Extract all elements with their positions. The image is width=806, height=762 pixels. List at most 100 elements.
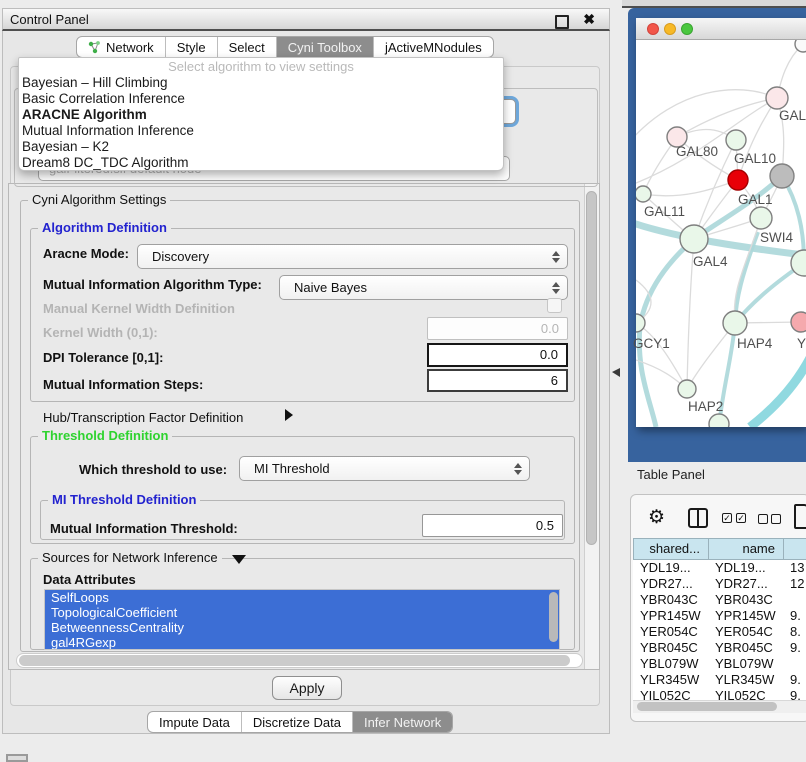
network-node[interactable] bbox=[791, 312, 806, 332]
dropdown-item[interactable]: Dream8 DC_TDC Algorithm bbox=[19, 155, 503, 171]
deselect-all-checkbox-icon[interactable] bbox=[758, 514, 768, 524]
attribute-item[interactable]: SelfLoops bbox=[45, 590, 559, 605]
network-node[interactable] bbox=[770, 164, 794, 188]
column-header[interactable]: name bbox=[708, 538, 783, 560]
close-traffic-light[interactable] bbox=[647, 23, 659, 35]
dropdown-item-aracne[interactable]: ARACNE Algorithm bbox=[19, 107, 503, 123]
dpi-tolerance-field[interactable]: 0.0 bbox=[427, 343, 568, 367]
node-label: HAP4 bbox=[737, 336, 772, 351]
node-label: GCY1 bbox=[633, 336, 670, 351]
group-title: MI Threshold Definition bbox=[48, 493, 200, 507]
node-label: Y bbox=[797, 336, 806, 351]
tab-network[interactable]: Network bbox=[77, 37, 166, 57]
table-row[interactable]: YBR043CYBR043C bbox=[633, 592, 806, 608]
columns-icon[interactable] bbox=[688, 508, 708, 528]
node-label: GAL bbox=[779, 108, 806, 123]
horizontal-scrollbar-thumb[interactable] bbox=[19, 655, 570, 666]
column-header[interactable] bbox=[783, 538, 806, 560]
node-label: GAL80 bbox=[676, 144, 718, 159]
network-window-titlebar[interactable] bbox=[636, 18, 806, 40]
group-title: Threshold Definition bbox=[38, 429, 172, 443]
table-row[interactable]: YIL052CYIL052C9. bbox=[633, 688, 806, 700]
dropdown-item[interactable]: Basic Correlation Inference bbox=[19, 91, 503, 107]
kernel-width-label: Kernel Width (0,1): bbox=[43, 325, 158, 340]
expanded-arrow-icon[interactable] bbox=[232, 555, 246, 564]
float-window-icon[interactable] bbox=[555, 15, 569, 29]
attribute-item[interactable]: TopologicalCoefficient bbox=[45, 605, 559, 620]
tab-cyni-toolbox[interactable]: Cyni Toolbox bbox=[277, 37, 374, 57]
zoom-traffic-light[interactable] bbox=[681, 23, 693, 35]
stepper-icon bbox=[549, 251, 563, 263]
node-label: HAP2 bbox=[688, 399, 723, 414]
network-node-gal11[interactable] bbox=[636, 186, 651, 202]
network-node-gal10[interactable] bbox=[726, 130, 746, 150]
panel-title: Control Panel bbox=[10, 12, 89, 27]
manual-kernel-checkbox bbox=[547, 298, 562, 313]
dropdown-item[interactable]: Mutual Information Inference bbox=[19, 123, 503, 139]
mi-threshold-label: Mutual Information Threshold: bbox=[50, 521, 238, 536]
network-node-hap4[interactable] bbox=[723, 311, 747, 335]
network-node-gal4[interactable] bbox=[680, 225, 708, 253]
mi-steps-label: Mutual Information Steps: bbox=[43, 377, 203, 392]
bottom-tabbar: Impute Data Discretize Data Infer Networ… bbox=[147, 711, 453, 733]
select-all-checkbox-icon[interactable]: ✓ bbox=[736, 513, 746, 523]
apply-button[interactable]: Apply bbox=[272, 676, 342, 700]
tab-impute-data[interactable]: Impute Data bbox=[148, 712, 242, 732]
table-row[interactable]: YDR27...YDR27...12 bbox=[633, 576, 806, 592]
table-row[interactable]: YDL19...YDL19...13 bbox=[633, 560, 806, 576]
list-scrollbar-thumb[interactable] bbox=[549, 592, 558, 642]
attribute-item[interactable]: gal4RGexp bbox=[45, 635, 559, 650]
dropdown-item[interactable]: Bayesian – K2 bbox=[19, 139, 503, 155]
tab-style[interactable]: Style bbox=[166, 37, 218, 57]
network-node[interactable] bbox=[709, 414, 729, 427]
manual-kernel-label: Manual Kernel Width Definition bbox=[43, 301, 235, 316]
hub-definition-toggle[interactable]: Hub/Transcription Factor Definition bbox=[43, 410, 243, 425]
table-row[interactable]: YER054CYER054C8. bbox=[633, 624, 806, 640]
dropdown-hint: Select algorithm to view settings bbox=[19, 58, 503, 75]
network-node-selected[interactable] bbox=[728, 170, 748, 190]
network-icon bbox=[88, 41, 101, 54]
table-row[interactable]: YBL079WYBL079W bbox=[633, 656, 806, 672]
table-panel-title: Table Panel bbox=[637, 467, 705, 482]
network-node-hap2[interactable] bbox=[678, 380, 696, 398]
minimize-traffic-light[interactable] bbox=[664, 23, 676, 35]
network-node[interactable] bbox=[766, 87, 788, 109]
mi-steps-field[interactable]: 6 bbox=[427, 369, 568, 392]
group-title: Cyni Algorithm Settings bbox=[28, 193, 170, 207]
tab-jactivemnodules[interactable]: jActiveMNodules bbox=[374, 37, 493, 57]
aracne-mode-select[interactable]: Discovery bbox=[137, 244, 568, 269]
sources-toggle[interactable]: Sources for Network Inference bbox=[38, 551, 222, 565]
node-label: GAL10 bbox=[734, 151, 776, 166]
node-label: GAL11 bbox=[644, 204, 685, 219]
table-header: shared... name bbox=[633, 538, 806, 560]
gear-icon[interactable]: ⚙ bbox=[648, 506, 665, 529]
mi-threshold-field[interactable]: 0.5 bbox=[422, 514, 563, 537]
deselect-all-checkbox-icon[interactable] bbox=[771, 514, 781, 524]
stepper-icon bbox=[511, 463, 525, 475]
table-row[interactable]: YPR145WYPR145W9. bbox=[633, 608, 806, 624]
tab-select[interactable]: Select bbox=[218, 37, 277, 57]
network-node-gal1[interactable] bbox=[750, 207, 772, 229]
node-label: GAL4 bbox=[693, 254, 728, 269]
which-threshold-select[interactable]: MI Threshold bbox=[239, 456, 530, 481]
aracne-mode-label: Aracne Mode: bbox=[43, 246, 129, 261]
collapsed-arrow-icon[interactable] bbox=[285, 409, 293, 421]
collapsed-panel-button[interactable] bbox=[6, 754, 28, 762]
select-all-checkbox-icon[interactable]: ✓ bbox=[722, 513, 732, 523]
tab-discretize-data[interactable]: Discretize Data bbox=[242, 712, 353, 732]
data-attributes-label: Data Attributes bbox=[43, 572, 136, 587]
export-table-icon[interactable] bbox=[794, 504, 806, 529]
vertical-scrollbar-thumb[interactable] bbox=[586, 191, 597, 545]
mi-algorithm-type-select[interactable]: Naive Bayes bbox=[279, 275, 568, 300]
table-horizontal-scrollbar-thumb[interactable] bbox=[637, 702, 777, 711]
close-icon[interactable]: ✖ bbox=[583, 11, 595, 28]
column-header[interactable]: shared... bbox=[633, 538, 708, 560]
mi-type-label: Mutual Information Algorithm Type: bbox=[43, 277, 262, 292]
table-row[interactable]: YLR345WYLR345W9. bbox=[633, 672, 806, 688]
attribute-item[interactable]: BetweennessCentrality bbox=[45, 620, 559, 635]
tab-infer-network[interactable]: Infer Network bbox=[353, 712, 452, 732]
table-row[interactable]: YBR045CYBR045C9. bbox=[633, 640, 806, 656]
table-body: YDL19...YDL19...13 YDR27...YDR27...12 YB… bbox=[633, 560, 806, 700]
dropdown-item[interactable]: Bayesian – Hill Climbing bbox=[19, 75, 503, 91]
screen: Control Panel ✖ Network Style Select Cyn… bbox=[0, 0, 806, 762]
